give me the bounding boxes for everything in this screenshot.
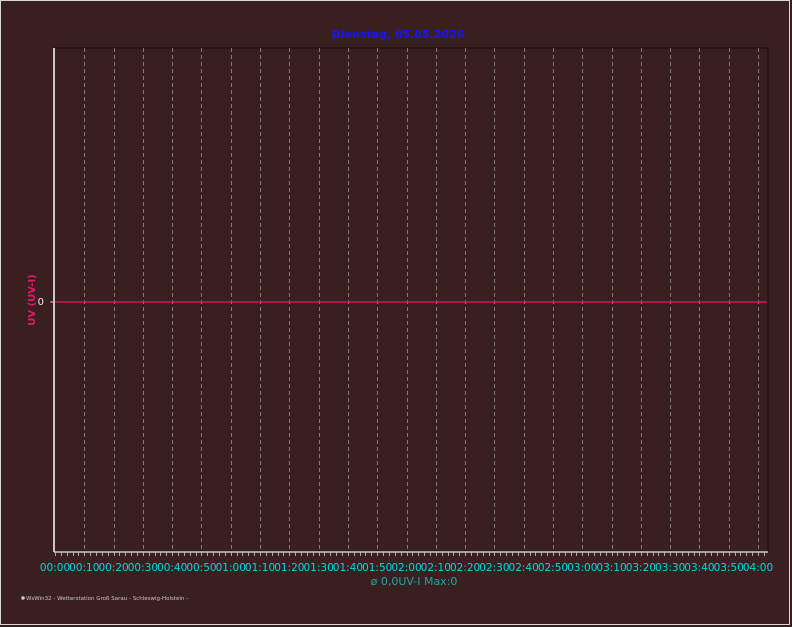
x-tick-label: 01:20 xyxy=(274,562,304,574)
x-tick-label: 01:40 xyxy=(333,562,363,574)
x-tick-label: 01:50 xyxy=(362,562,392,574)
x-tick-label: 00:50 xyxy=(186,562,216,574)
x-tick-label: 02:50 xyxy=(538,562,568,574)
x-tick-label: 01:00 xyxy=(216,562,246,574)
x-tick-label: 00:20 xyxy=(98,562,128,574)
x-tick-label: 02:00 xyxy=(391,562,421,574)
x-tick-label: 02:30 xyxy=(479,562,509,574)
x-tick-label: 03:00 xyxy=(567,562,597,574)
x-tick-label: 03:30 xyxy=(655,562,685,574)
plot-border xyxy=(53,47,769,553)
x-tick-label: 02:20 xyxy=(450,562,480,574)
footer-credit: WsWin32 - Wetterstation Groß Sarau - Sch… xyxy=(26,596,188,602)
x-tick-label: 01:30 xyxy=(303,562,333,574)
x-tick-label: 03:40 xyxy=(684,562,714,574)
y-axis-label: UV (UV-I) xyxy=(27,274,38,325)
x-tick-label: 00:10 xyxy=(69,562,99,574)
summary-stats: ø 0,0UV-I Max:0 xyxy=(371,575,458,588)
x-tick-label: 01:10 xyxy=(245,562,275,574)
x-tick-label: 00:00 xyxy=(40,562,70,574)
x-tick-label: 00:30 xyxy=(128,562,158,574)
plot-area xyxy=(50,47,769,556)
y-tick-label: 0 xyxy=(38,297,44,308)
footer-bullet-icon xyxy=(21,596,25,600)
x-tick-label: 02:10 xyxy=(421,562,451,574)
x-tick-label: 03:20 xyxy=(626,562,656,574)
x-tick-label: 00:40 xyxy=(157,562,187,574)
x-tick-label: 03:10 xyxy=(596,562,626,574)
uv-chart: Dienstag, 05.05.2026 UV (UV-I) ø 0,0UV-I… xyxy=(21,28,773,602)
x-tick-label: 04:00 xyxy=(743,562,773,574)
x-tick-label: 03:50 xyxy=(714,562,744,574)
chart-title: Dienstag, 05.05.2026 xyxy=(332,28,465,41)
x-tick-label: 02:40 xyxy=(509,562,539,574)
